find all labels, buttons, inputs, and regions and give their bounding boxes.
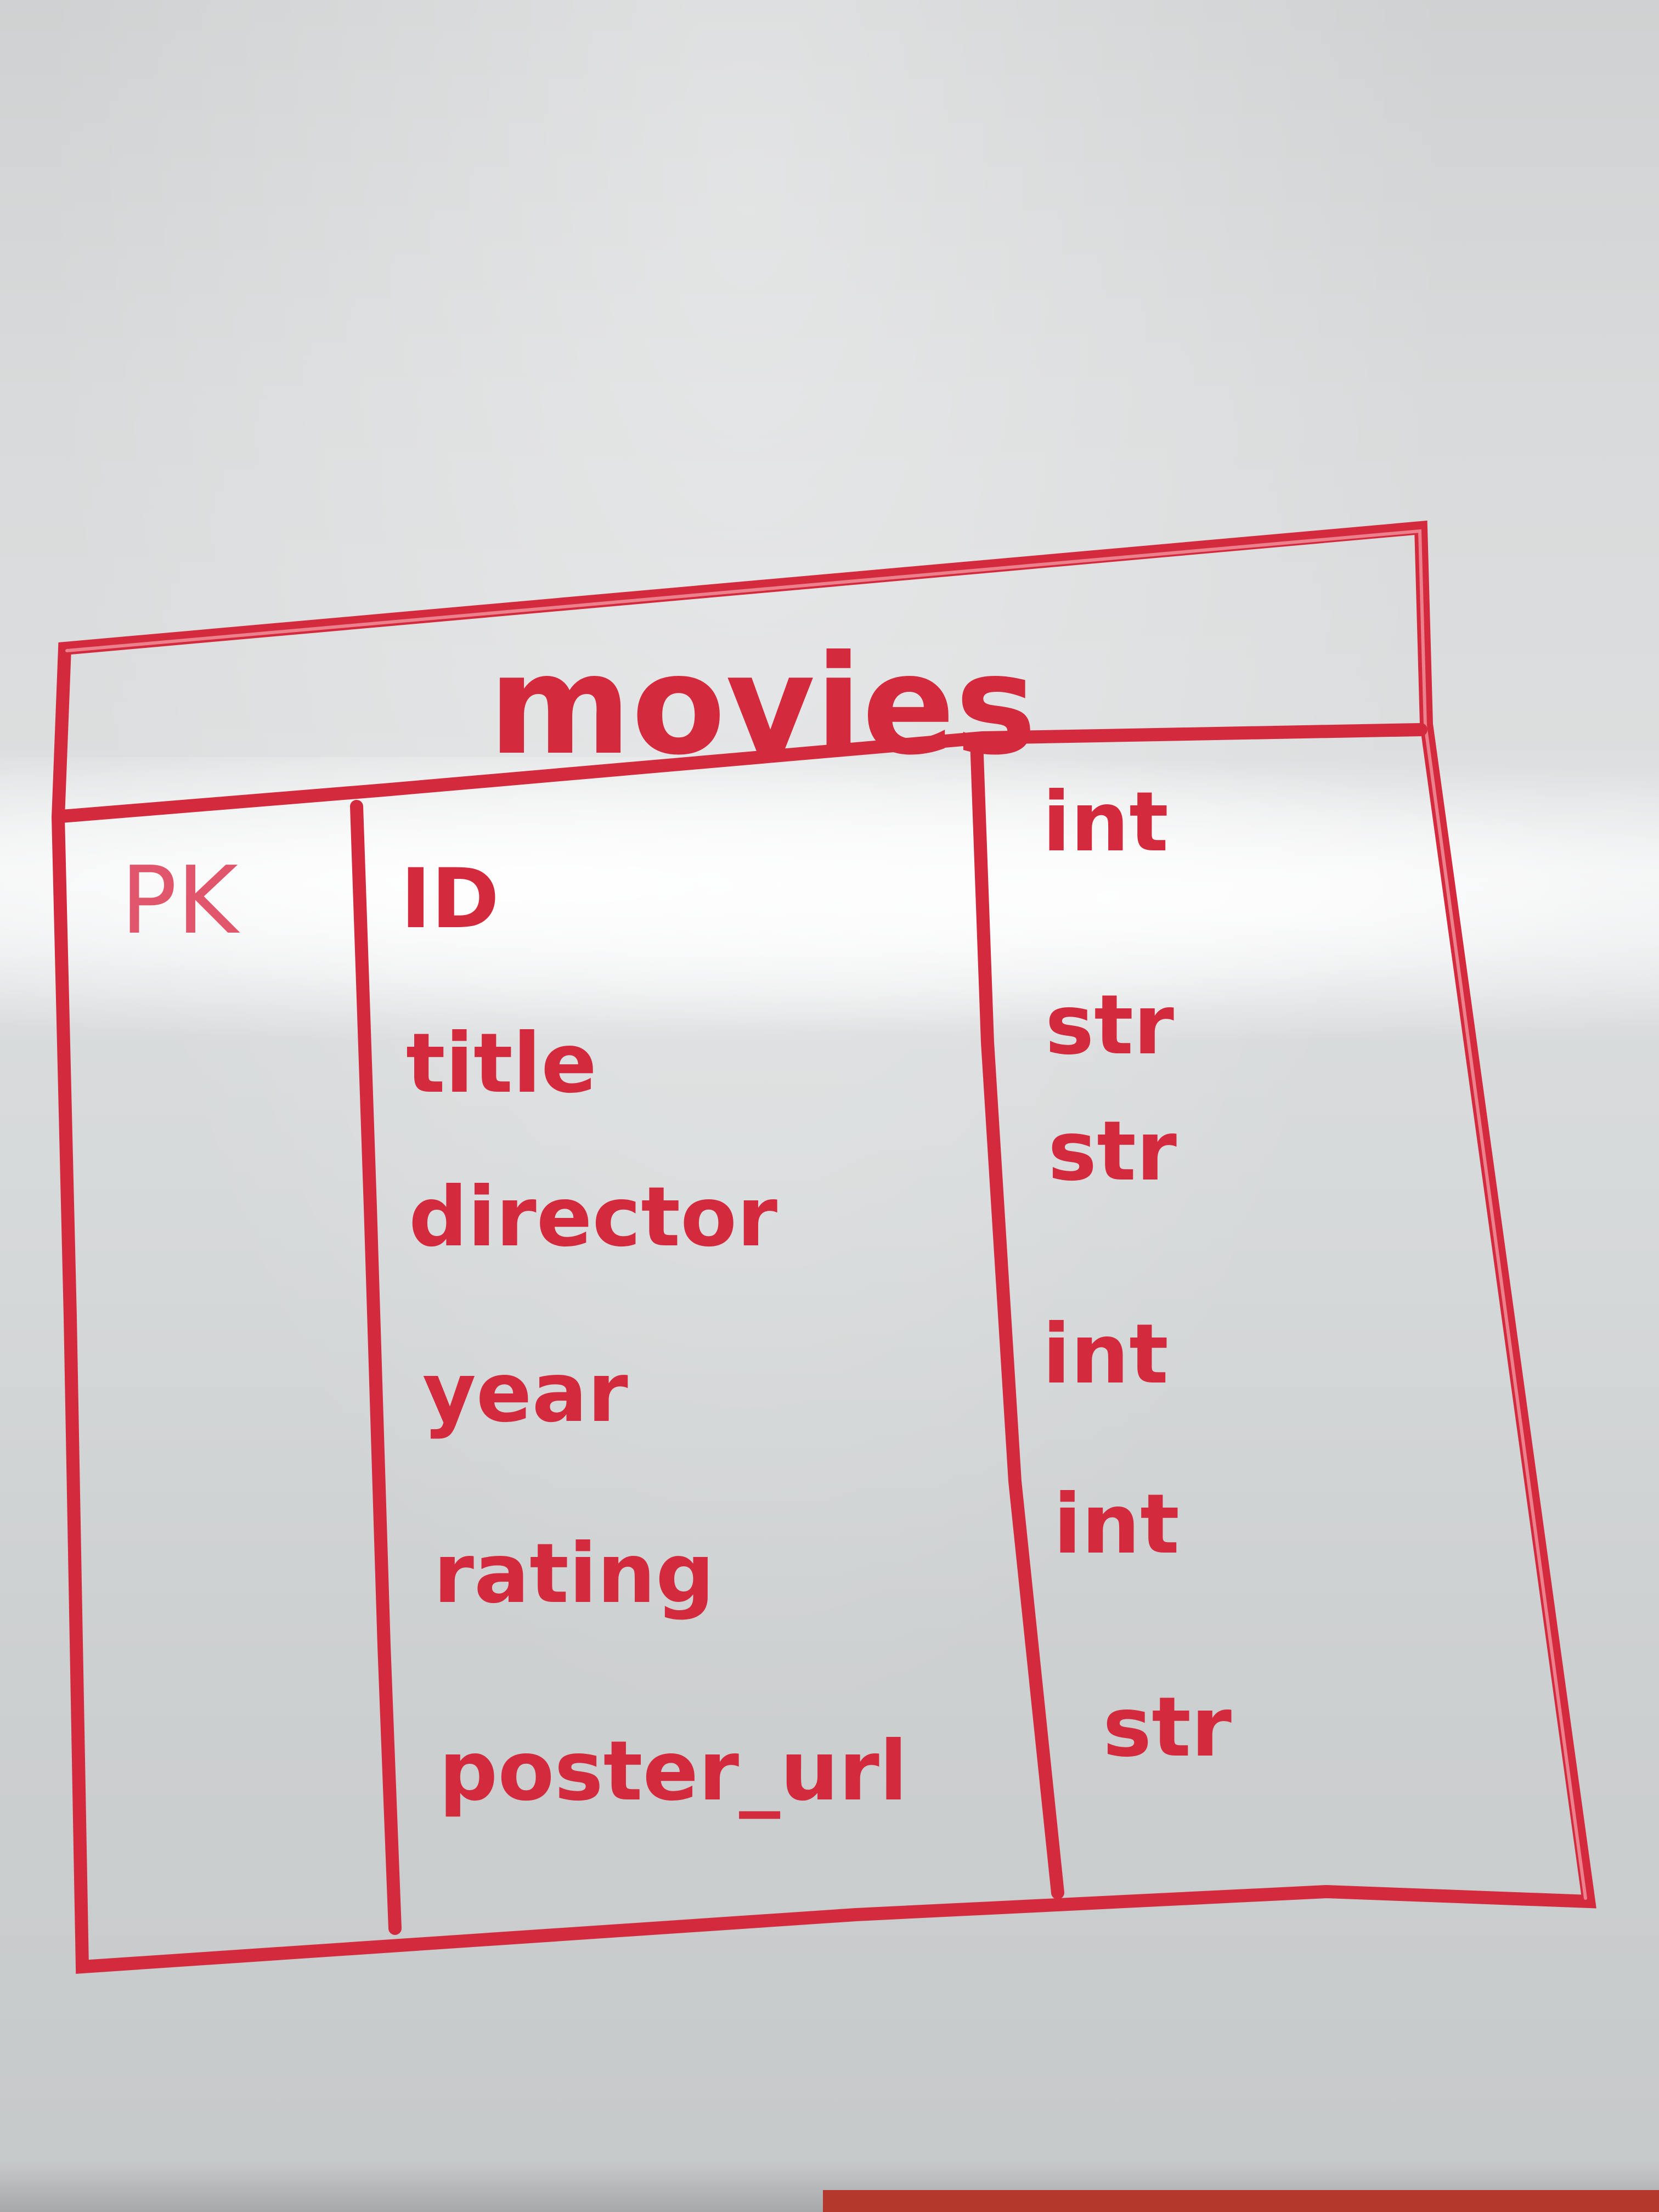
primary-key-label: PK bbox=[121, 847, 241, 955]
field-type: int bbox=[1042, 775, 1169, 870]
field-type: int bbox=[1053, 1477, 1180, 1572]
field-type: str bbox=[1048, 1104, 1177, 1199]
field-name: poster_url bbox=[439, 1724, 907, 1819]
field-name: year bbox=[422, 1345, 628, 1441]
table-title: movies bbox=[488, 625, 1036, 785]
field-name: title bbox=[406, 1016, 597, 1111]
key-column-divider bbox=[350, 800, 402, 1935]
whiteboard: movies PK ID title director year rating … bbox=[0, 0, 1659, 2212]
field-name: rating bbox=[433, 1526, 714, 1622]
field-type: str bbox=[1045, 978, 1174, 1073]
er-diagram: movies PK ID title director year rating … bbox=[51, 520, 1596, 1974]
field-name: ID bbox=[400, 851, 499, 947]
field-name: director bbox=[409, 1170, 777, 1265]
field-type: int bbox=[1042, 1307, 1169, 1402]
field-type: str bbox=[1103, 1680, 1232, 1775]
